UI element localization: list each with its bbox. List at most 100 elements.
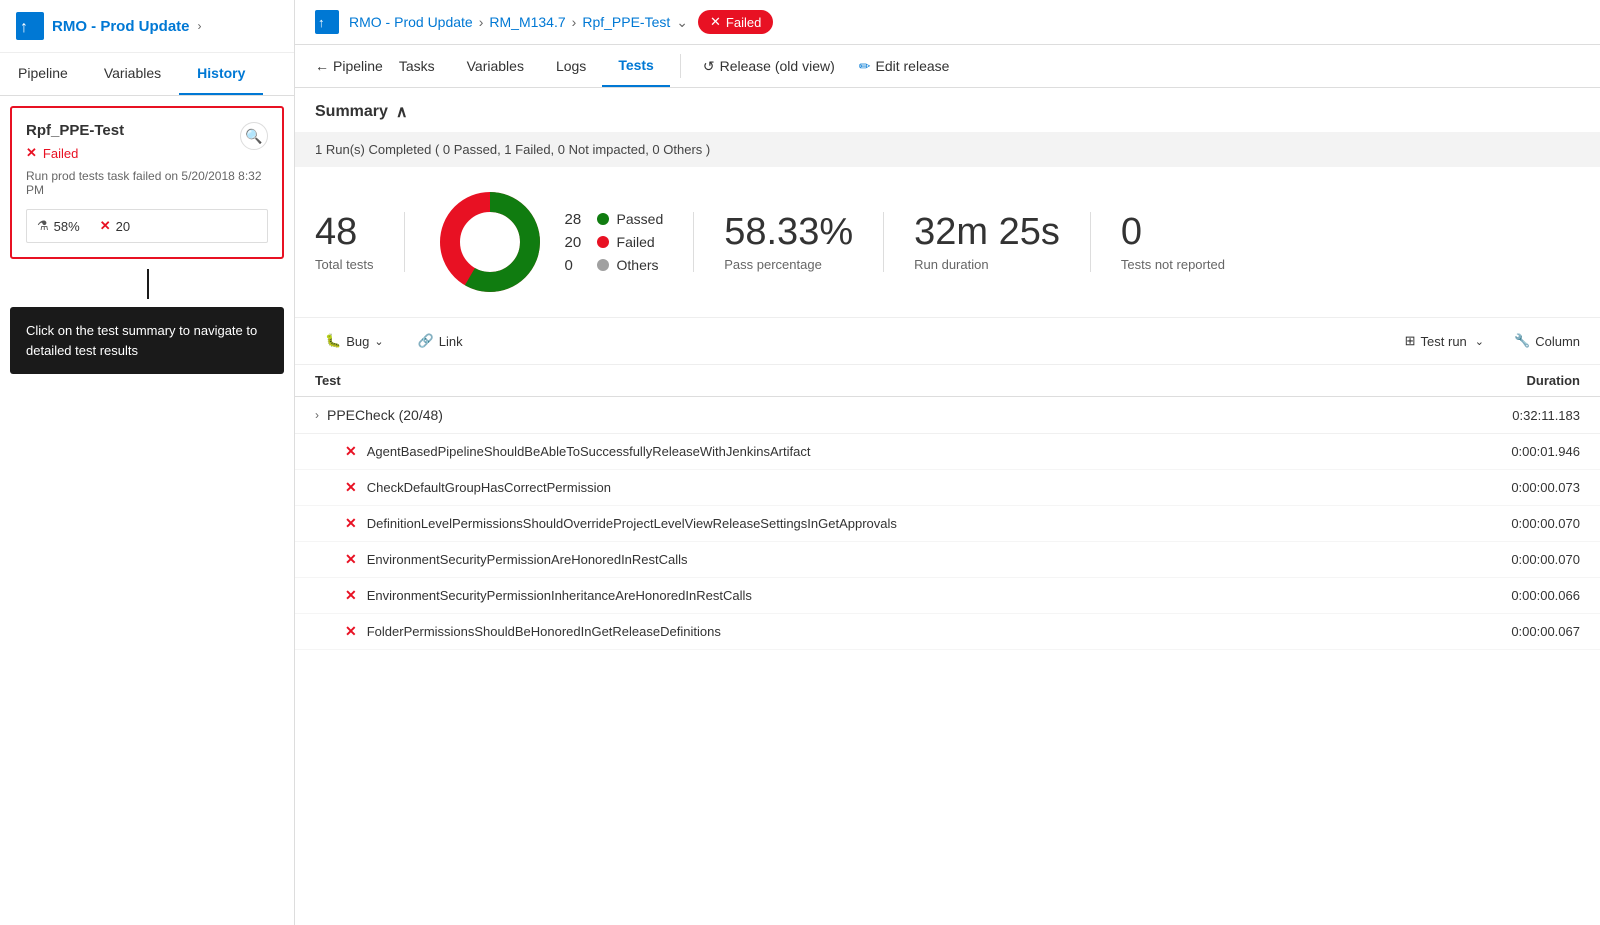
test-run-button[interactable]: ⊞ Test run ⌄ [1405, 333, 1484, 349]
legend-others-number: 0 [565, 257, 589, 274]
total-tests-label: Total tests [315, 257, 374, 272]
row-test-name: DefinitionLevelPermissionsShouldOverride… [367, 516, 1420, 531]
pass-pct-label: Pass percentage [724, 257, 822, 272]
back-arrow-icon: ← [315, 58, 329, 74]
release-card[interactable]: Rpf_PPE-Test ✕ Failed Run prod tests tas… [10, 106, 284, 259]
nav-tab-tests[interactable]: Tests [602, 45, 670, 87]
edit-icon: ✏ [859, 58, 871, 75]
table-row[interactable]: ✕ AgentBasedPipelineShouldBeAbleToSucces… [295, 434, 1600, 470]
run-duration-block: 32m 25s Run duration [914, 212, 1060, 273]
svg-text:↑: ↑ [20, 19, 28, 36]
row-duration: 0:00:00.067 [1420, 624, 1580, 639]
not-reported-block: 0 Tests not reported [1121, 212, 1225, 273]
legend-others-label: Others [617, 257, 659, 273]
not-reported-label: Tests not reported [1121, 257, 1225, 272]
table-row[interactable]: ✕ FolderPermissionsShouldBeHonoredInGetR… [295, 614, 1600, 650]
column-icon: 🔧 [1514, 333, 1530, 349]
flask-icon: ⚗ [37, 218, 49, 234]
col-header-test: Test [315, 373, 1420, 388]
bug-button[interactable]: 🐛 Bug ⌄ [315, 328, 394, 354]
donut-chart-area: 28 Passed 20 Failed 0 Others [435, 187, 664, 297]
breadcrumb-sep-2: › [572, 14, 577, 30]
legend-failed: 20 Failed [565, 234, 664, 251]
column-button[interactable]: 🔧 Column [1514, 333, 1580, 349]
group-name: PPECheck (20/48) [327, 407, 1420, 423]
stat-divider-2 [693, 212, 694, 272]
row-duration: 0:00:01.946 [1420, 444, 1580, 459]
stat-divider-3 [883, 212, 884, 272]
legend-failed-dot [597, 236, 609, 248]
tooltip-box: Click on the test summary to navigate to… [10, 307, 284, 374]
pass-pct-number: 58.33% [724, 212, 853, 254]
summary-chevron-icon: ∧ [396, 102, 408, 122]
row-fail-icon: ✕ [345, 587, 357, 604]
bug-icon: 🐛 [325, 333, 341, 349]
row-duration: 0:00:00.070 [1420, 516, 1580, 531]
main-logo: ↑ [315, 10, 339, 34]
test-run-icon: ⊞ [1405, 333, 1416, 349]
sidebar-tab-pipeline[interactable]: Pipeline [0, 53, 86, 95]
nav-tab-variables[interactable]: Variables [451, 46, 540, 86]
row-duration: 0:00:00.070 [1420, 552, 1580, 567]
total-tests-block: 48 Total tests [315, 212, 374, 273]
sidebar-title: RMO - Prod Update [52, 18, 190, 35]
svg-text:↑: ↑ [318, 15, 325, 30]
group-chevron-icon: › [315, 408, 319, 422]
breadcrumb-dropdown-icon[interactable]: ⌄ [676, 14, 688, 31]
row-duration: 0:00:00.073 [1420, 480, 1580, 495]
connector-line [147, 269, 149, 299]
breadcrumb-rm-m134[interactable]: RM_M134.7 [489, 14, 565, 30]
nav-tab-logs[interactable]: Logs [540, 46, 602, 86]
total-tests-number: 48 [315, 212, 357, 254]
edit-release-action[interactable]: ✏ Edit release [847, 50, 962, 83]
table-row[interactable]: ✕ CheckDefaultGroupHasCorrectPermission … [295, 470, 1600, 506]
row-fail-icon: ✕ [345, 551, 357, 568]
group-duration: 0:32:11.183 [1420, 408, 1580, 423]
row-test-name: EnvironmentSecurityPermissionInheritance… [367, 588, 1420, 603]
run-completed-bar: 1 Run(s) Completed ( 0 Passed, 1 Failed,… [295, 132, 1600, 167]
pass-pct-value: 58% [54, 219, 80, 234]
breadcrumb-rpf-ppe[interactable]: Rpf_PPE-Test [582, 14, 670, 30]
row-fail-icon: ✕ [345, 443, 357, 460]
row-test-name: EnvironmentSecurityPermissionAreHonoredI… [367, 552, 1420, 567]
azure-logo: ↑ [16, 12, 44, 40]
nav-sep [680, 54, 681, 78]
status-x-icon: ✕ [710, 14, 721, 30]
breadcrumb-sep-1: › [479, 14, 484, 30]
fail-count-value: 20 [116, 219, 130, 234]
legend-passed: 28 Passed [565, 211, 664, 228]
row-duration: 0:00:00.066 [1420, 588, 1580, 603]
sidebar-tab-variables[interactable]: Variables [86, 53, 179, 95]
test-group-header[interactable]: › PPECheck (20/48) 0:32:11.183 [295, 397, 1600, 434]
release-card-info: Run prod tests task failed on 5/20/2018 … [26, 169, 268, 197]
nav-back-pipeline[interactable]: ← Pipeline [315, 58, 383, 74]
fail-x-icon: ✕ [26, 145, 37, 161]
summary-title[interactable]: Summary ∧ [315, 102, 1580, 122]
legend-others-dot [597, 259, 609, 271]
sidebar-chevron-icon: › [198, 19, 202, 33]
release-old-view-action[interactable]: ↺ Release (old view) [691, 50, 847, 83]
run-duration-number: 32m 25s [914, 212, 1060, 254]
breadcrumb-prod-update[interactable]: RMO - Prod Update [349, 14, 473, 30]
legend-passed-label: Passed [617, 211, 664, 227]
release-card-status-text: Failed [43, 146, 78, 161]
fail-x-small-icon: ✕ [100, 218, 111, 234]
row-fail-icon: ✕ [345, 515, 357, 532]
table-row[interactable]: ✕ EnvironmentSecurityPermissionInheritan… [295, 578, 1600, 614]
test-group: › PPECheck (20/48) 0:32:11.183 ✕ AgentBa… [295, 397, 1600, 650]
test-run-dropdown-icon: ⌄ [1475, 335, 1484, 348]
legend-others: 0 Others [565, 257, 664, 274]
release-card-title: Rpf_PPE-Test [26, 122, 268, 139]
row-test-name: AgentBasedPipelineShouldBeAbleToSuccessf… [367, 444, 1420, 459]
stat-divider-4 [1090, 212, 1091, 272]
search-circle-button[interactable]: 🔍 [240, 122, 268, 150]
status-badge-text: Failed [726, 15, 761, 30]
sidebar-tab-history[interactable]: History [179, 53, 263, 95]
nav-tab-tasks[interactable]: Tasks [383, 46, 451, 86]
link-button[interactable]: 🔗 Link [408, 328, 473, 354]
table-row[interactable]: ✕ EnvironmentSecurityPermissionAreHonore… [295, 542, 1600, 578]
row-test-name: FolderPermissionsShouldBeHonoredInGetRel… [367, 624, 1420, 639]
legend-failed-number: 20 [565, 234, 589, 251]
table-row[interactable]: ✕ DefinitionLevelPermissionsShouldOverri… [295, 506, 1600, 542]
pass-pct-block: 58.33% Pass percentage [724, 212, 853, 273]
